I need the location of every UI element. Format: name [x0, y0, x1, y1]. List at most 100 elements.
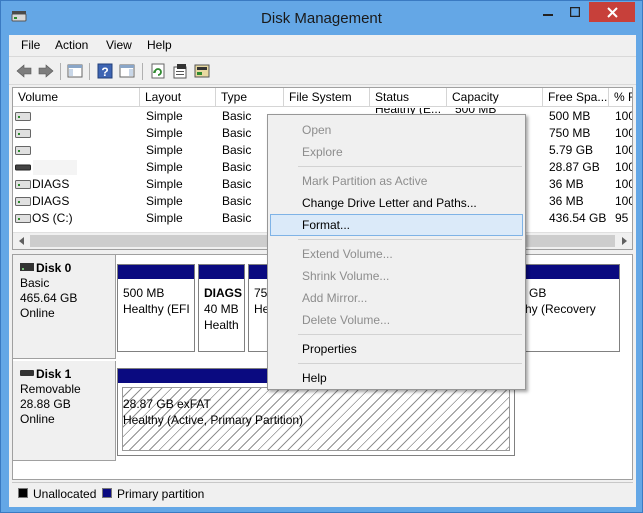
partition-size: 500 MB	[123, 286, 165, 300]
disk-type: Removable	[20, 382, 81, 396]
cell-type: Basic	[222, 177, 252, 191]
cell-pct: 100	[615, 109, 632, 123]
svg-text:?: ?	[101, 65, 108, 79]
removable-disk-icon	[20, 370, 34, 376]
cell-volume: OS (C:)	[32, 211, 73, 225]
partition-status: Healthy (Active, Primary Partition)	[123, 413, 304, 427]
hard-disk-icon	[20, 263, 34, 271]
scroll-left-icon[interactable]	[17, 236, 27, 246]
partition-status: lthy (Recovery	[519, 302, 596, 316]
disk-1-label[interactable]: Disk 1 Removable 28.88 GB Online	[13, 361, 116, 461]
forward-icon[interactable]	[37, 62, 55, 80]
column-header-file-system[interactable]: File System	[284, 88, 370, 107]
column-header-status[interactable]: Status	[370, 88, 447, 107]
menu-action[interactable]: Action	[55, 38, 88, 52]
column-header-type[interactable]: Type	[216, 88, 284, 107]
back-icon[interactable]	[15, 62, 33, 80]
show-hide-console-tree-icon[interactable]	[66, 62, 84, 80]
disk-size: 28.88 GB	[20, 397, 71, 411]
menu-item-open[interactable]: Open	[270, 119, 523, 141]
partition-size: 28.87 GB exFAT	[123, 397, 211, 411]
menu-help[interactable]: Help	[147, 38, 172, 52]
show-hide-action-pane-icon[interactable]	[118, 62, 136, 80]
refresh-icon[interactable]	[149, 62, 167, 80]
cell-free: 28.87 GB	[549, 160, 600, 174]
cell-pct: 100	[615, 160, 632, 174]
maximize-button[interactable]	[561, 2, 588, 22]
menu-item-properties[interactable]: Properties	[270, 338, 523, 360]
drive-icon	[15, 214, 31, 223]
cell-pct: 95	[615, 211, 629, 225]
drive-icon	[15, 180, 31, 189]
disk-name: Disk 0	[36, 261, 72, 275]
menu-file[interactable]: File	[21, 38, 40, 52]
toolbar: ?	[9, 56, 636, 85]
column-header-percent-free[interactable]: % F	[609, 88, 632, 107]
column-header-volume[interactable]: Volume	[13, 88, 140, 107]
cell-layout: Simple	[146, 109, 183, 123]
cell-type: Basic	[222, 211, 252, 225]
primary-swatch	[102, 488, 112, 498]
title-bar[interactable]: Disk Management	[1, 1, 642, 35]
cell-layout: Simple	[146, 160, 183, 174]
cell-free: 750 MB	[549, 126, 591, 140]
disk-state: Online	[20, 306, 55, 320]
drive-icon	[15, 129, 31, 138]
close-button[interactable]	[589, 2, 635, 22]
disk-management-window: Disk Management File Action View Help ?	[0, 0, 643, 513]
cell-layout: Simple	[146, 194, 183, 208]
close-icon	[606, 7, 618, 18]
menu-item-delete-volume[interactable]: Delete Volume...	[270, 309, 523, 331]
menu-item-change-drive-letter[interactable]: Change Drive Letter and Paths...	[270, 192, 523, 214]
cell-pct: 100	[615, 143, 632, 157]
disk-size: 465.64 GB	[20, 291, 78, 305]
removable-drive-icon	[15, 164, 31, 171]
partition-size: 9 GB	[519, 286, 547, 300]
legend-primary: Primary partition	[117, 487, 205, 501]
scroll-right-icon[interactable]	[619, 236, 629, 246]
menu-item-format[interactable]: Format...	[270, 214, 523, 236]
minimize-icon	[542, 14, 553, 16]
partition-status: Healthy (EFI	[123, 302, 190, 316]
menu-item-explore[interactable]: Explore	[270, 141, 523, 163]
menu-item-add-mirror[interactable]: Add Mirror...	[270, 287, 523, 309]
cell-type: Basic	[222, 109, 252, 123]
cell-type: Basic	[222, 194, 252, 208]
menu-item-help[interactable]: Help	[270, 367, 523, 389]
legend: Unallocated Primary partition	[12, 482, 633, 504]
help-icon[interactable]: ?	[96, 62, 114, 80]
disk-type: Basic	[20, 276, 50, 290]
column-header-layout[interactable]: Layout	[140, 88, 216, 107]
cell-pct: 100	[615, 177, 632, 191]
rescan-disks-icon[interactable]	[193, 62, 211, 80]
legend-unallocated: Unallocated	[33, 487, 97, 501]
disk-name: Disk 1	[36, 367, 72, 381]
partition-status: Health	[204, 318, 239, 332]
column-header-capacity[interactable]: Capacity	[447, 88, 543, 107]
partition-size: 40 MB	[204, 302, 239, 316]
cell-volume: DIAGS	[32, 194, 70, 208]
minimize-button[interactable]	[534, 2, 561, 22]
disk-state: Online	[20, 412, 55, 426]
cell-free: 36 MB	[549, 194, 584, 208]
menu-item-shrink-volume[interactable]: Shrink Volume...	[270, 265, 523, 287]
menu-item-mark-active[interactable]: Mark Partition as Active	[270, 170, 523, 192]
partition-diags[interactable]: DIAGS 40 MB Health	[198, 264, 245, 352]
menu-view[interactable]: View	[106, 38, 132, 52]
menu-item-extend-volume[interactable]: Extend Volume...	[270, 243, 523, 265]
column-header-free-space[interactable]: Free Spa...	[543, 88, 609, 107]
partition-recovery[interactable]: 9 GB lthy (Recovery	[513, 264, 620, 352]
partition-efi[interactable]: 500 MB Healthy (EFI	[117, 264, 195, 352]
disk-0-label[interactable]: Disk 0 Basic 465.64 GB Online	[13, 255, 116, 359]
context-menu: Open Explore Mark Partition as Active Ch…	[267, 114, 526, 390]
unallocated-swatch	[18, 488, 28, 498]
cell-free: 436.54 GB	[549, 211, 607, 225]
maximize-icon	[569, 7, 580, 17]
properties-icon[interactable]	[171, 62, 189, 80]
cell-free: 5.79 GB	[549, 143, 594, 157]
cell-type: Basic	[222, 160, 252, 174]
cell-layout: Simple	[146, 143, 183, 157]
cell-free: 500 MB	[549, 109, 591, 123]
cell-pct: 100	[615, 194, 632, 208]
cell-layout: Simple	[146, 177, 183, 191]
